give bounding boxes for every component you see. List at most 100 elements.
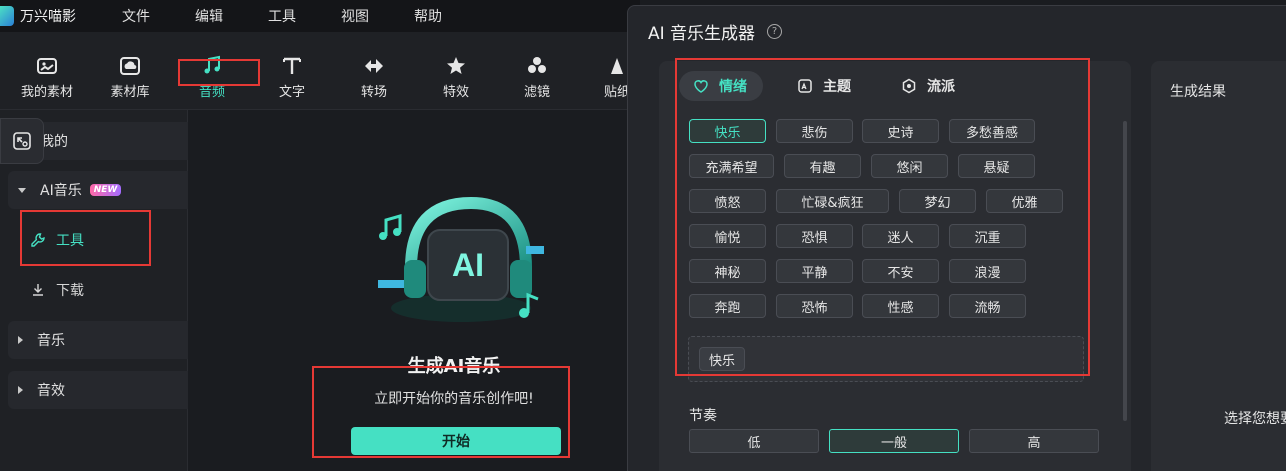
tool-label: 转场 — [360, 85, 387, 100]
tempo-option-normal[interactable]: 一般 — [829, 429, 959, 453]
mood-tag[interactable]: 忙碌&疯狂 — [776, 189, 889, 213]
mood-tag[interactable]: 悠闲 — [871, 154, 948, 178]
menu-tools[interactable]: 工具 — [268, 6, 296, 26]
mood-tag[interactable]: 充满希望 — [689, 154, 774, 178]
help-icon[interactable]: ? — [767, 24, 783, 39]
highlight-box — [675, 58, 1090, 376]
sidebar-item-tools[interactable]: 工具 — [30, 230, 84, 250]
tab-label: 主题 — [823, 79, 851, 95]
tab-label: 情绪 — [719, 79, 747, 95]
scrollbar[interactable] — [1123, 121, 1127, 421]
transition-icon — [365, 59, 383, 73]
sidebar-item-download[interactable]: 下载 — [30, 280, 84, 300]
selected-tags-box[interactable]: 快乐 — [688, 336, 1084, 382]
result-panel: 生成结果 选择您想要 — [1151, 61, 1286, 471]
dialog-title-text: AI 音乐生成器 — [648, 24, 756, 44]
tool-label: 素材库 — [110, 85, 150, 100]
mood-tag[interactable]: 愤怒 — [689, 189, 766, 213]
menu-view[interactable]: 视图 — [341, 6, 369, 26]
sidebar-item-label: AI音乐 — [40, 183, 82, 199]
category-tabs: 情绪 主题 流派 — [679, 71, 991, 101]
dialog-title: AI 音乐生成器 ? — [648, 19, 783, 44]
mood-tag[interactable]: 流畅 — [949, 294, 1026, 318]
selected-tag-chip[interactable]: 快乐 — [699, 347, 745, 371]
sidebar-item-label: 音效 — [37, 383, 65, 399]
mood-tag[interactable]: 悲伤 — [776, 119, 853, 143]
music-note-icon — [204, 55, 220, 74]
tool-transition[interactable]: 转场 — [339, 54, 409, 100]
sidebar-group-ai-music[interactable]: AI音乐 NEW — [8, 171, 198, 209]
mood-tag[interactable]: 神秘 — [689, 259, 766, 283]
mood-tag[interactable]: 迷人 — [862, 224, 939, 248]
genre-icon — [902, 78, 916, 94]
mood-tag[interactable]: 平静 — [776, 259, 853, 283]
ai-logo-text: AI — [452, 247, 484, 283]
sidebar-group-sfx[interactable]: 音效 — [8, 371, 198, 409]
chevron-down-icon — [18, 187, 26, 193]
tab-genre[interactable]: 流派 — [887, 71, 971, 101]
mood-tag[interactable]: 恐怖 — [776, 294, 853, 318]
tool-label: 文字 — [278, 85, 305, 100]
tool-text[interactable]: 文字 — [257, 54, 327, 100]
sidebar-item-label: 音乐 — [37, 333, 65, 349]
result-hint: 选择您想要 — [1224, 411, 1286, 427]
tab-theme[interactable]: 主题 — [783, 71, 867, 101]
tab-emotion[interactable]: 情绪 — [679, 71, 763, 101]
mood-tag[interactable]: 浪漫 — [949, 259, 1026, 283]
prompt-panel: 情绪 主题 流派 快乐 悲伤 史诗 多愁善感 充满希望 有趣 悠闲 悬疑 愤怒 … — [659, 58, 1131, 471]
mood-tag[interactable]: 性感 — [862, 294, 939, 318]
sticker-icon — [611, 58, 623, 74]
tool-stock-library[interactable]: 素材库 — [95, 54, 165, 100]
menu-help[interactable]: 帮助 — [414, 6, 442, 26]
wrench-icon — [31, 233, 45, 247]
result-title: 生成结果 — [1170, 84, 1226, 100]
chevron-right-icon — [18, 386, 23, 394]
mood-tag-happy[interactable]: 快乐 — [689, 119, 766, 143]
main-empty-state: AI 生成AI音乐 立即开始你的音乐创作吧! 开始 — [188, 110, 628, 471]
tempo-option-high[interactable]: 高 — [969, 429, 1099, 453]
tool-audio[interactable]: 音频 — [177, 54, 247, 100]
filter-icon — [528, 57, 546, 73]
text-icon — [283, 57, 301, 74]
sidebar-group-music[interactable]: 音乐 — [8, 321, 198, 359]
app-name: 万兴喵影 — [20, 9, 76, 25]
mood-tag[interactable]: 优雅 — [986, 189, 1063, 213]
stock-cloud-icon — [120, 57, 140, 75]
mood-tag[interactable]: 恐惧 — [776, 224, 853, 248]
theme-icon — [798, 79, 812, 93]
mood-tag[interactable]: 梦幻 — [899, 189, 976, 213]
emotion-icon — [694, 80, 708, 93]
menu-edit[interactable]: 编辑 — [195, 6, 223, 26]
tool-my-media[interactable]: 我的素材 — [12, 54, 82, 100]
download-icon — [33, 284, 43, 296]
mood-tag[interactable]: 沉重 — [949, 224, 1026, 248]
tempo-option-low[interactable]: 低 — [689, 429, 819, 453]
mood-tag[interactable]: 有趣 — [784, 154, 861, 178]
mood-tag[interactable]: 不安 — [862, 259, 939, 283]
menu-bar: 万兴喵影 文件 编辑 工具 视图 帮助 — [0, 0, 640, 32]
tab-label: 流派 — [927, 79, 955, 95]
start-button[interactable]: 开始 — [351, 427, 561, 455]
sidebar-item-label: 下载 — [56, 283, 84, 299]
sidebar-item-label: 工具 — [56, 233, 84, 249]
sidebar: 我的 AI音乐 NEW 工具 下载 音乐 音效 — [0, 110, 198, 471]
collapse-panel-button[interactable] — [0, 118, 44, 164]
effects-star-icon — [447, 57, 465, 74]
sidebar-item-label: 我的 — [40, 134, 68, 150]
chevron-right-icon — [18, 336, 23, 344]
mood-tag[interactable]: 愉悦 — [689, 224, 766, 248]
ai-headphones-illustration: AI — [378, 196, 544, 322]
tool-effects[interactable]: 特效 — [421, 54, 491, 100]
mood-tag[interactable]: 悬疑 — [958, 154, 1035, 178]
mood-tag[interactable]: 多愁善感 — [949, 119, 1035, 143]
tool-filters[interactable]: 滤镜 — [502, 54, 572, 100]
mood-tag[interactable]: 奔跑 — [689, 294, 766, 318]
tool-label: 音频 — [198, 85, 225, 100]
collapse-panel-icon — [13, 132, 31, 150]
new-badge: NEW — [89, 184, 122, 196]
tempo-label: 节奏 — [689, 408, 717, 424]
media-icon — [37, 58, 57, 74]
menu-file[interactable]: 文件 — [122, 6, 150, 26]
media-toolbar: 我的素材 素材库 音频 文字 转场 特效 滤镜 贴纸 — [0, 32, 640, 110]
mood-tag[interactable]: 史诗 — [862, 119, 939, 143]
